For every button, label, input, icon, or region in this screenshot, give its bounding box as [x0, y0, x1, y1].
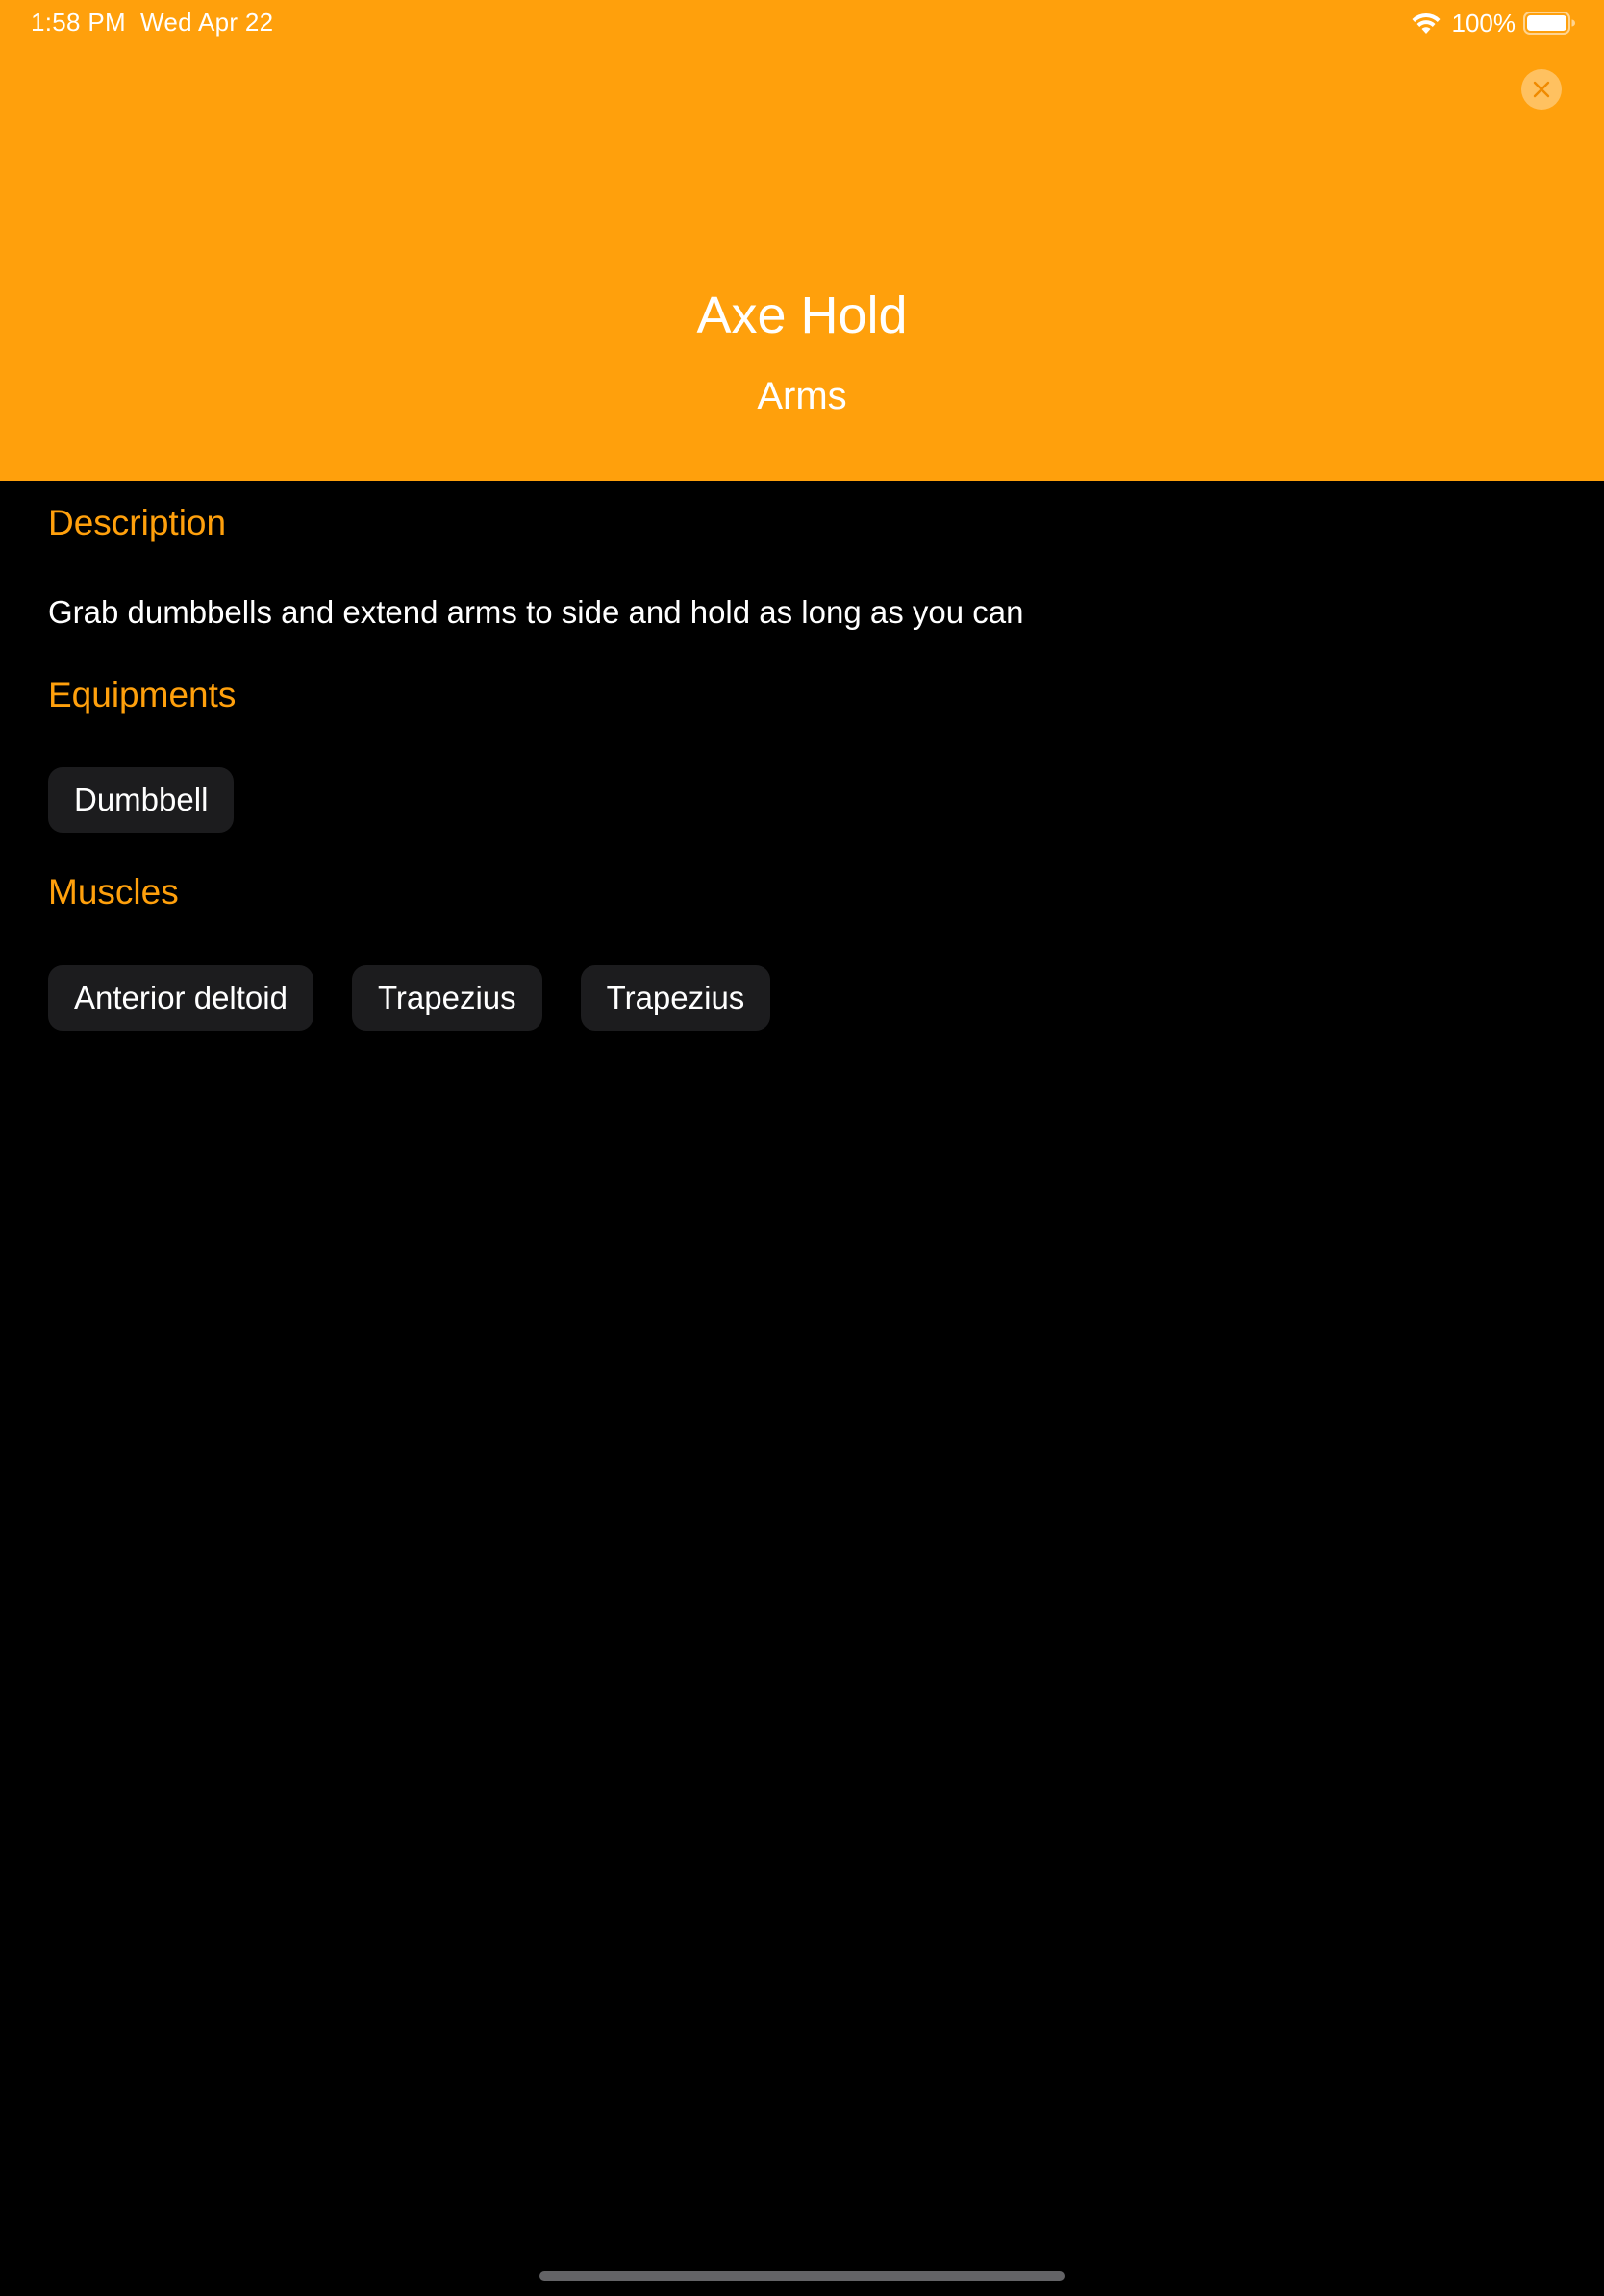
- battery-icon: [1523, 12, 1575, 35]
- status-date: Wed Apr 22: [140, 8, 274, 37]
- description-text: Grab dumbbells and extend arms to side a…: [48, 594, 1024, 630]
- muscle-chip[interactable]: Trapezius: [580, 965, 771, 1031]
- equipments-list: Dumbbell: [48, 767, 235, 833]
- status-indicators: 100%: [1410, 6, 1575, 40]
- status-bar: 1:58 PM Wed Apr 22 100%: [0, 0, 1604, 46]
- exercise-title: Axe Hold: [696, 287, 908, 344]
- close-button[interactable]: [1521, 69, 1562, 110]
- battery-percentage: 100%: [1451, 8, 1516, 37]
- close-icon: [1533, 81, 1550, 98]
- exercise-category: Arms: [757, 375, 847, 417]
- muscle-chip[interactable]: Anterior deltoid: [48, 965, 313, 1031]
- wifi-icon: [1412, 12, 1440, 34]
- exercise-header: 1:58 PM Wed Apr 22 100% Axe Hold Arms: [0, 0, 1604, 481]
- home-indicator[interactable]: [539, 2271, 1065, 2281]
- muscles-heading: Muscles: [48, 872, 179, 911]
- equipment-chip[interactable]: Dumbbell: [48, 767, 235, 833]
- status-time: 1:58 PM: [31, 8, 126, 37]
- muscles-list: Anterior deltoid Trapezius Trapezius: [48, 965, 771, 1031]
- equipments-heading: Equipments: [48, 675, 237, 714]
- description-heading: Description: [48, 503, 227, 542]
- muscle-chip[interactable]: Trapezius: [351, 965, 542, 1031]
